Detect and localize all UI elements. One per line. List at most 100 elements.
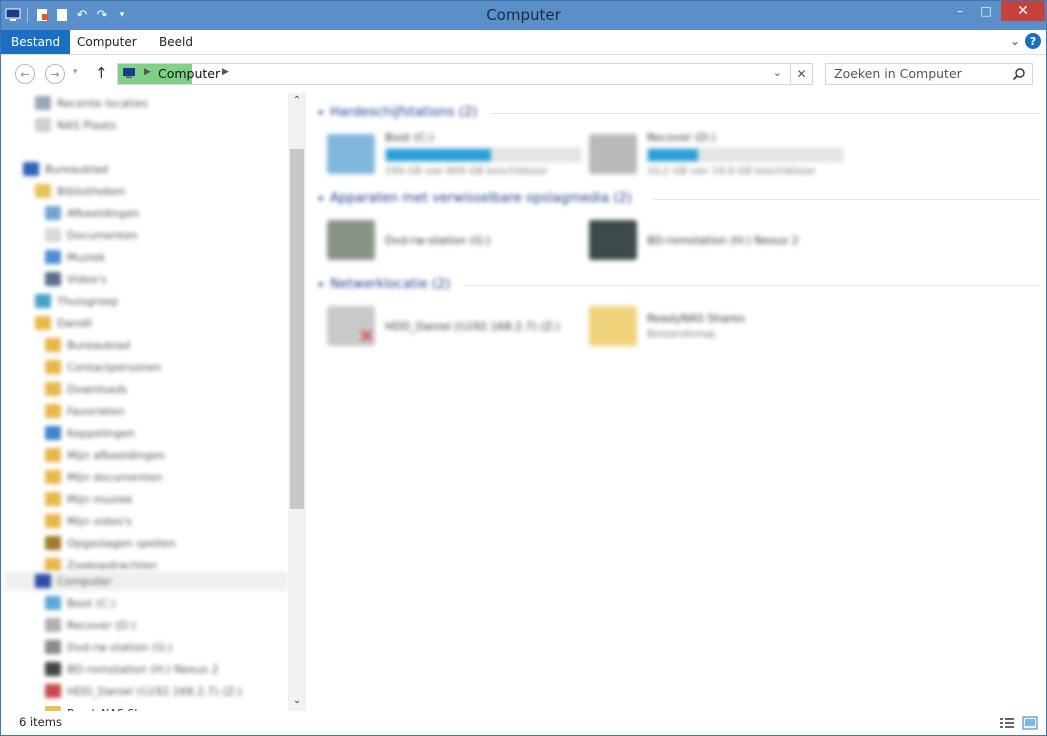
address-dropdown-icon[interactable]: ⌄ <box>773 66 782 79</box>
tab-beeld[interactable]: Beeld <box>149 30 203 54</box>
breadcrumb-chevron-icon[interactable]: ▶ <box>222 67 229 77</box>
sidebar-item[interactable]: Bibliotheken <box>35 181 125 201</box>
help-icon[interactable]: ? <box>1025 33 1041 49</box>
sidebar-item-label: Computer <box>57 574 112 588</box>
scroll-up-icon[interactable]: ⌃ <box>288 95 306 109</box>
capacity-fill <box>648 149 699 161</box>
content-pane[interactable]: ▸ Hardeschijfstations (2) Boot (C:) 299 GB … <box>307 93 1046 711</box>
sidebar-item[interactable]: Bureaublad <box>45 335 130 355</box>
group-header[interactable]: ▸ Netwerklocatie (2) <box>319 275 450 293</box>
group-title: Netwerklocatie (2) <box>330 276 451 292</box>
sidebar-item[interactable]: Video's <box>45 269 107 289</box>
tab-computer[interactable]: Computer <box>67 30 147 54</box>
computer-icon <box>123 68 135 78</box>
breadcrumb-computer[interactable]: Computer <box>158 66 220 81</box>
sidebar-item[interactable]: Mijn documenten <box>45 467 162 487</box>
sidebar-item[interactable]: HDD_Daniel (\\192.168.2.7) (Z:) <box>45 681 242 701</box>
collapse-group-icon[interactable]: ▸ <box>319 279 324 290</box>
drive-tile[interactable]: Dvd-rw-station (G:) <box>327 215 491 265</box>
sidebar-item[interactable]: Boot (C:) <box>45 593 116 613</box>
clear-address-icon[interactable]: ✕ <box>790 64 812 84</box>
forward-button[interactable]: → <box>45 64 65 84</box>
sidebar-item[interactable]: Recente locaties <box>35 93 148 113</box>
scroll-down-icon[interactable]: ⌄ <box>288 695 306 709</box>
folder-icon <box>45 250 61 264</box>
folder-icon <box>35 118 51 132</box>
sidebar-item[interactable]: Mijn video's <box>45 511 132 531</box>
sidebar-item[interactable]: Koppelingen <box>45 423 135 443</box>
search-input[interactable]: Zoeken in Computer <box>834 66 962 81</box>
sidebar-item[interactable]: Documenten <box>45 225 138 245</box>
drive-text: BD-romstation (H:) Nexus 2 <box>647 234 799 247</box>
folder-icon <box>45 382 61 396</box>
sidebar-item-label: Koppelingen <box>67 426 135 440</box>
sidebar-item[interactable]: Mijn muziek <box>45 489 133 509</box>
sidebar-item-label: Documenten <box>67 228 138 242</box>
folder-icon <box>45 596 61 610</box>
group-header[interactable]: ▸ Hardeschijfstations (2) <box>319 103 477 121</box>
sidebar-item[interactable]: Recover (D:) <box>45 615 136 635</box>
sidebar-item[interactable]: Daniël <box>35 313 92 333</box>
sidebar-item[interactable]: Opgeslagen spellen <box>45 533 175 553</box>
folder-icon <box>45 514 61 528</box>
group-header[interactable]: ▸ Apparaten met verwisselbare opslagmedia… <box>319 189 632 207</box>
sidebar-item[interactable]: Dvd-rw-station (G:) <box>45 637 173 657</box>
sidebar-item-label: Dvd-rw-station (G:) <box>67 640 173 654</box>
sidebar-item[interactable]: NAS Plaats <box>35 115 116 135</box>
sidebar-item[interactable]: Downloads <box>45 379 127 399</box>
drive-tile[interactable]: ReadyNAS Shares Bestandsmap <box>589 301 745 351</box>
sidebar-item-label: Bureaublad <box>45 162 109 176</box>
drive-icon: ✕ <box>327 306 375 348</box>
sidebar-item[interactable]: Computer <box>5 571 288 591</box>
group-divider <box>491 113 1040 114</box>
drive-tile[interactable]: Recover (D:) 10,2 GB van 19,9 GB beschikb… <box>589 129 843 179</box>
folder-icon <box>45 536 61 550</box>
collapse-group-icon[interactable]: ▸ <box>319 193 324 204</box>
status-bar: 6 items <box>1 711 1046 735</box>
tab-bestand[interactable]: Bestand <box>1 30 71 54</box>
close-button[interactable]: ✕ <box>1001 1 1045 21</box>
sidebar-item-label: Muziek <box>67 250 106 264</box>
large-icons-view-icon[interactable] <box>1022 716 1038 730</box>
sidebar-item[interactable]: Afbeeldingen <box>45 203 139 223</box>
sidebar-item-label: Thuisgroep <box>57 294 119 308</box>
sidebar-item[interactable]: Favorieten <box>45 401 125 421</box>
back-button[interactable]: ← <box>15 64 35 84</box>
sidebar-item-label: Zoekopdrachten <box>67 558 158 572</box>
group-title: Hardeschijfstations (2) <box>330 104 478 120</box>
sidebar-item[interactable]: Thuisgroep <box>35 291 118 311</box>
drive-detail: 299 GB van 869 GB beschikbaar <box>385 166 548 177</box>
breadcrumb-chevron-icon[interactable]: ▶ <box>144 67 151 77</box>
drive-name: BD-romstation (H:) Nexus 2 <box>647 233 799 247</box>
drive-name: Recover (D:) <box>647 131 716 144</box>
up-button[interactable]: ↑ <box>95 64 108 82</box>
sidebar-item[interactable]: Contactpersonen <box>45 357 161 377</box>
sidebar-item-label: Mijn documenten <box>67 470 163 484</box>
sidebar-item[interactable]: Bureaublad <box>23 159 108 179</box>
recent-locations-dropdown-icon[interactable]: ▾ <box>73 67 78 77</box>
navigation-scrollbar[interactable]: ⌃ ⌄ <box>288 93 306 711</box>
address-bar[interactable]: ▶ Computer ▶ ⌄ ✕ <box>117 63 813 85</box>
drive-icon <box>589 220 637 260</box>
sidebar-item[interactable]: ReadyNAS Shares <box>45 703 165 711</box>
search-icon[interactable] <box>1012 67 1026 81</box>
sidebar-item[interactable]: BD-romstation (H:) Nexus 2 <box>45 659 219 679</box>
expand-ribbon-icon[interactable]: ⌄ <box>1010 34 1020 48</box>
details-view-icon[interactable] <box>999 716 1015 730</box>
sidebar-item[interactable]: Mijn afbeeldingen <box>45 445 165 465</box>
folder-icon <box>45 448 61 462</box>
drive-tile[interactable]: BD-romstation (H:) Nexus 2 <box>589 215 799 265</box>
drive-tile[interactable]: Boot (C:) 299 GB van 869 GB beschikbaar <box>327 129 581 179</box>
maximize-button[interactable]: □ <box>973 1 999 21</box>
navigation-pane[interactable]: Recente locaties NAS Plaats Bureaublad Bibl… <box>1 93 307 711</box>
sidebar-item[interactable]: Muziek <box>45 247 105 267</box>
drive-text: Dvd-rw-station (G:) <box>385 234 491 247</box>
drive-tile[interactable]: ✕ HDD_Daniel (\\192.168.2.7) (Z:) <box>327 301 560 351</box>
scroll-thumb[interactable] <box>290 149 304 509</box>
sidebar-item-label: Favorieten <box>67 404 125 418</box>
minimize-button[interactable]: – <box>947 1 973 21</box>
drive-icon <box>589 134 637 174</box>
collapse-group-icon[interactable]: ▸ <box>319 107 324 118</box>
title-bar[interactable]: ↶ ↷ ▾ Computer – □ ✕ <box>1 1 1046 30</box>
search-box[interactable]: Zoeken in Computer <box>825 63 1033 85</box>
